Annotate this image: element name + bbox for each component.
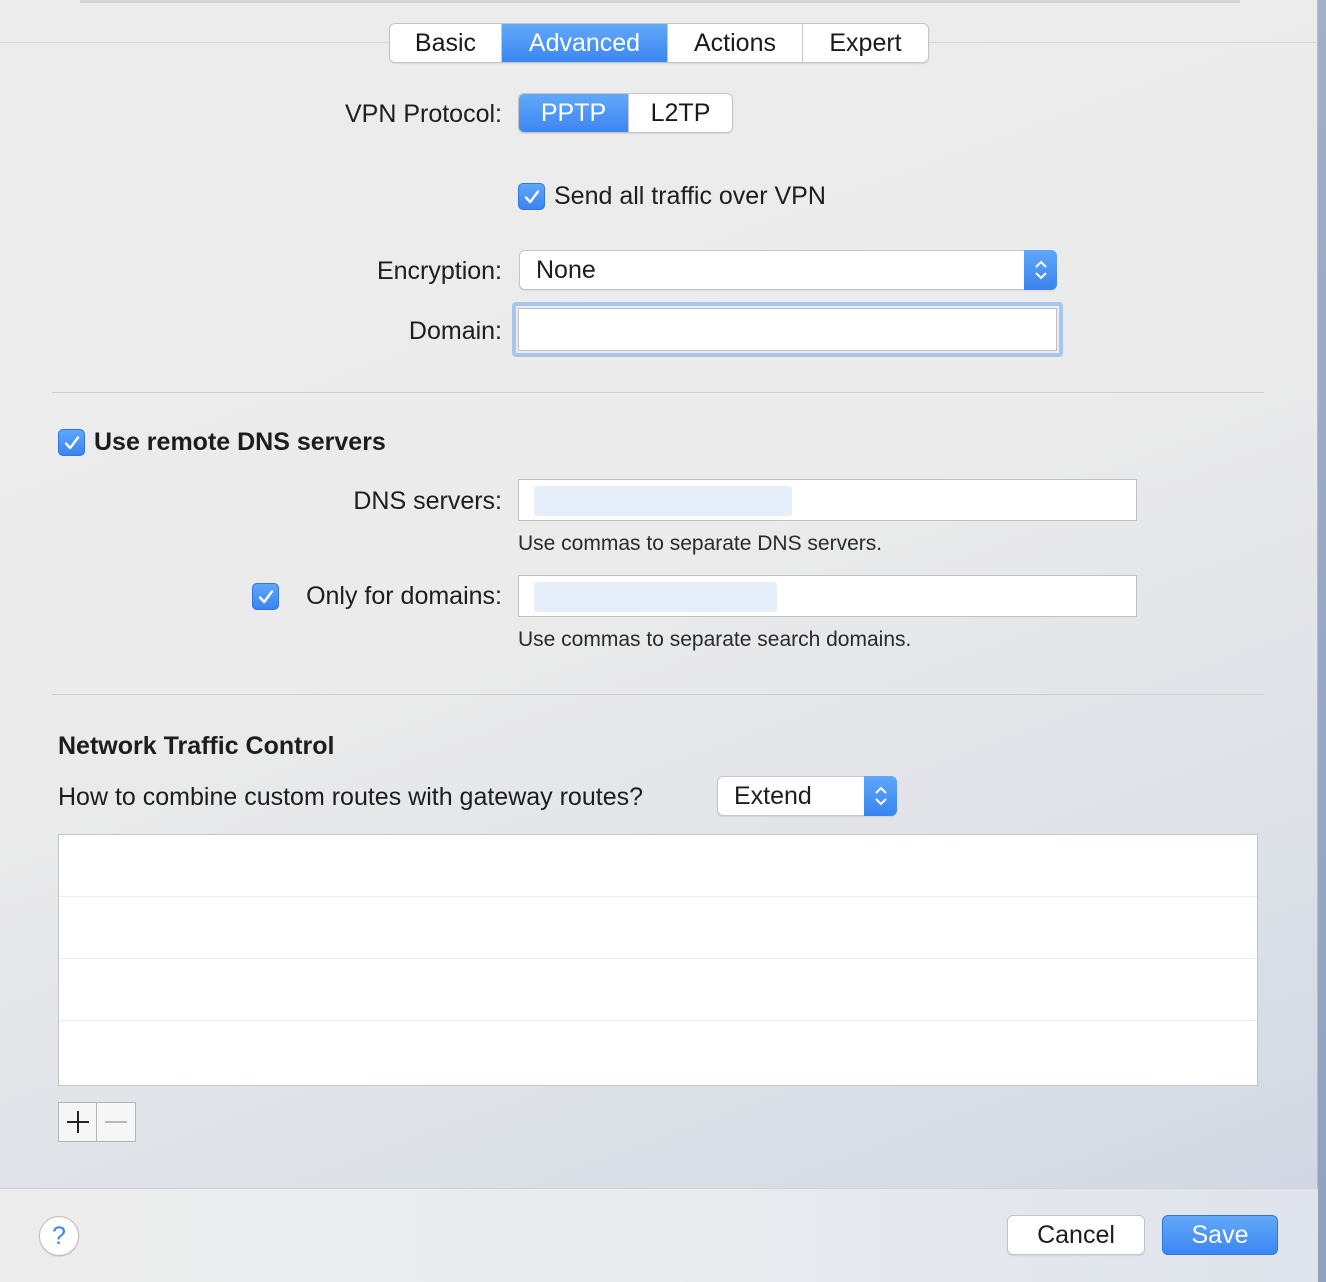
minus-icon [105,1121,127,1123]
remove-route-button[interactable] [97,1103,135,1141]
route-mode-value: Extend [734,781,812,810]
cancel-button[interactable]: Cancel [1007,1215,1145,1255]
send-all-traffic-checkbox[interactable] [518,183,545,210]
traffic-control-title: Network Traffic Control [58,732,335,760]
protocol-option-pptp[interactable]: PPTP [519,94,629,132]
add-remove-controls [58,1102,136,1142]
table-row[interactable] [59,835,1257,897]
vpn-protocol-label: VPN Protocol: [344,100,502,128]
protocol-option-l2tp[interactable]: L2TP [629,94,732,132]
save-button[interactable]: Save [1162,1215,1278,1255]
checkmark-icon [258,589,273,603]
tab-actions[interactable]: Actions [668,24,803,62]
custom-routes-table[interactable] [58,834,1258,1086]
popup-stepper-icon [864,776,897,816]
combine-routes-question: How to combine custom routes with gatewa… [58,783,643,811]
table-row[interactable] [59,1021,1257,1083]
vpn-advanced-settings-window: Basic Advanced Actions Expert VPN Protoc… [0,0,1318,1282]
checkmark-icon [64,435,79,449]
use-remote-dns-checkbox[interactable] [58,429,85,456]
title-strip [80,0,1240,3]
help-button[interactable]: ? [39,1216,79,1256]
send-all-traffic-label: Send all traffic over VPN [554,182,826,210]
tab-expert[interactable]: Expert [803,24,928,62]
section-divider [52,694,1264,695]
dns-servers-hint: Use commas to separate DNS servers. [518,532,883,555]
table-row[interactable] [59,897,1257,959]
domain-label: Domain: [408,317,502,345]
add-route-button[interactable] [59,1103,97,1141]
only-for-domains-label: Only for domains: [306,582,502,610]
only-for-domains-checkbox[interactable] [252,583,279,610]
redacted-value [534,486,792,516]
vpn-protocol-segmented: PPTP L2TP [518,93,733,133]
settings-tabs: Basic Advanced Actions Expert [389,23,929,63]
redacted-value [534,582,777,612]
domain-input[interactable] [518,308,1057,351]
dns-servers-label: DNS servers: [353,487,502,515]
search-domains-input[interactable] [518,575,1137,617]
dns-servers-input[interactable] [518,479,1137,521]
use-remote-dns-label: Use remote DNS servers [94,428,386,456]
desktop-background-edge [1318,0,1326,1282]
plus-icon [66,1111,89,1133]
tab-advanced[interactable]: Advanced [502,24,668,62]
checkmark-icon [524,189,539,203]
encryption-value: None [536,255,596,284]
search-domains-hint: Use commas to separate search domains. [518,628,912,651]
table-row[interactable] [59,959,1257,1021]
encryption-label: Encryption: [376,257,502,285]
route-mode-popup[interactable]: Extend [717,776,897,816]
encryption-popup[interactable]: None [519,250,1057,290]
section-divider [52,392,1264,393]
popup-stepper-icon [1024,250,1057,290]
tab-basic[interactable]: Basic [390,24,502,62]
